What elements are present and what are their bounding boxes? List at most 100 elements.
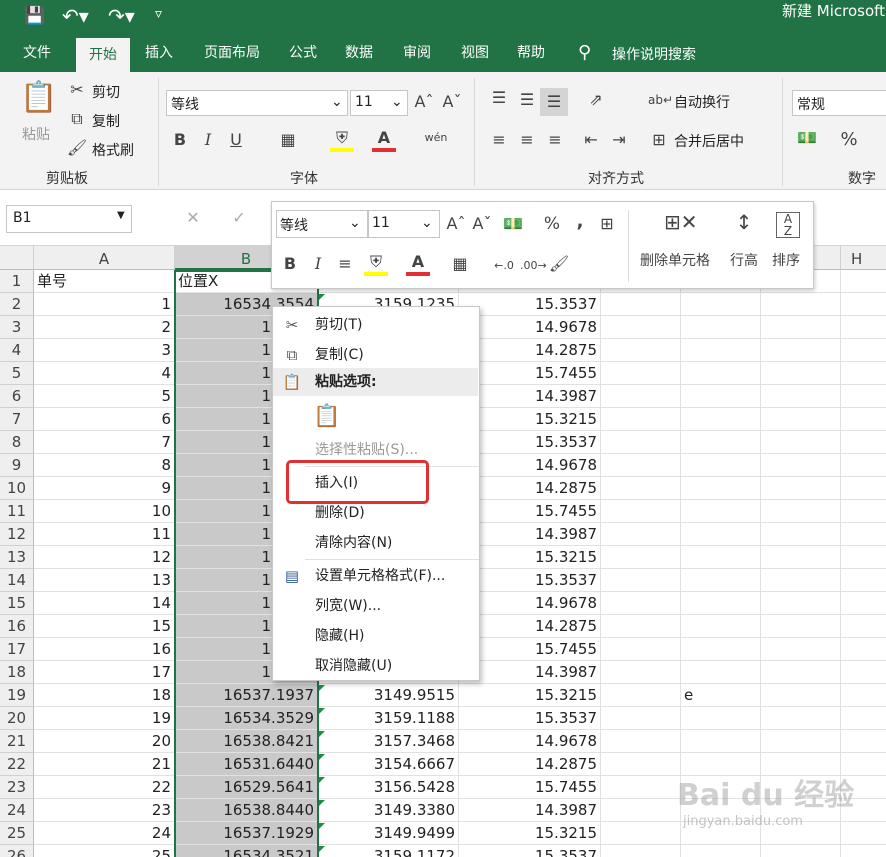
table-cell-e[interactable] (601, 615, 681, 638)
table-cell-f[interactable] (681, 707, 761, 730)
table-cell-d[interactable]: 14.2875 (459, 477, 601, 500)
table-cell-g[interactable] (761, 730, 841, 753)
table-cell-h[interactable] (841, 500, 886, 523)
table-cell-a[interactable]: 19 (34, 707, 175, 730)
table-cell-g[interactable] (761, 385, 841, 408)
table-cell-h[interactable] (841, 523, 886, 546)
table-cell-f[interactable] (681, 431, 761, 454)
row-header[interactable]: 17 (0, 638, 34, 661)
table-cell-d[interactable]: 14.9678 (459, 316, 601, 339)
table-cell-h[interactable] (841, 546, 886, 569)
enter-icon[interactable]: ✓ (228, 208, 250, 228)
borders-icon[interactable]: ▦ (276, 130, 300, 150)
row-header[interactable]: 25 (0, 822, 34, 845)
table-cell-a[interactable]: 16 (34, 638, 175, 661)
orientation-icon[interactable]: ⇗ (582, 90, 610, 110)
table-cell-f[interactable] (681, 615, 761, 638)
table-cell-d[interactable]: 15.7455 (459, 362, 601, 385)
table-cell-h[interactable] (841, 684, 886, 707)
table-cell-g[interactable] (761, 408, 841, 431)
table-cell-g[interactable] (761, 684, 841, 707)
decrease-indent-icon[interactable]: ⇤ (580, 130, 602, 150)
grow-font-icon[interactable]: Aˆ (414, 92, 434, 112)
table-cell-g[interactable] (761, 638, 841, 661)
table-cell-d[interactable]: 14.9678 (459, 730, 601, 753)
font-size-select[interactable]: 11 ⌄ (350, 90, 408, 116)
currency-icon[interactable]: 💵 (796, 128, 818, 148)
table-cell-a[interactable]: 8 (34, 454, 175, 477)
tab-formulas[interactable]: 公式 (280, 36, 326, 72)
tab-view[interactable]: 视图 (452, 36, 498, 72)
shrink-font-icon[interactable]: Aˇ (442, 92, 462, 112)
table-cell-h[interactable] (841, 569, 886, 592)
row-header[interactable]: 14 (0, 569, 34, 592)
grow-font-icon[interactable]: Aˆ (446, 214, 466, 234)
table-cell-g[interactable] (761, 454, 841, 477)
row-header[interactable]: 7 (0, 408, 34, 431)
row-header[interactable]: 26 (0, 845, 34, 857)
row-header[interactable]: 19 (0, 684, 34, 707)
table-cell-g[interactable] (761, 615, 841, 638)
table-cell-h[interactable] (841, 707, 886, 730)
table-cell-a[interactable]: 15 (34, 615, 175, 638)
tab-home[interactable]: 开始 (76, 38, 130, 72)
wrap-text-button[interactable]: 自动换行 (674, 92, 730, 112)
table-cell-b[interactable]: 16538.8440 (175, 799, 318, 822)
bold-button[interactable]: B (170, 130, 190, 150)
row-header[interactable]: 5 (0, 362, 34, 385)
table-cell-f[interactable] (681, 523, 761, 546)
table-cell-c[interactable]: 3156.5428 (318, 776, 459, 799)
phonetic-icon[interactable]: wén (422, 128, 450, 148)
align-top-icon[interactable]: ☰ (488, 88, 510, 108)
row-header[interactable]: 11 (0, 500, 34, 523)
bold-icon[interactable]: B (280, 254, 300, 274)
table-cell-a[interactable]: 23 (34, 799, 175, 822)
table-cell-h[interactable] (841, 661, 886, 684)
fill-color-icon[interactable]: ⛨ (364, 252, 388, 276)
row-header[interactable]: 16 (0, 615, 34, 638)
table-cell-h[interactable] (841, 293, 886, 316)
table-cell-f[interactable] (681, 454, 761, 477)
table-cell-b[interactable]: 16534.3529 (175, 707, 318, 730)
menu-item-cut[interactable]: ✂ 剪切(T) (273, 310, 479, 340)
italic-icon[interactable]: I (308, 254, 328, 274)
table-cell-f[interactable] (681, 339, 761, 362)
table-cell-e[interactable] (601, 730, 681, 753)
row-height-button[interactable]: 行高 (730, 250, 758, 270)
cut-button[interactable]: 剪切 (92, 82, 120, 102)
row-header[interactable]: 3 (0, 316, 34, 339)
table-cell-a[interactable]: 11 (34, 523, 175, 546)
comma-button[interactable]: , (570, 212, 590, 232)
table-cell-e[interactable] (601, 569, 681, 592)
table-cell-h[interactable] (841, 638, 886, 661)
table-cell-d[interactable]: 15.7455 (459, 638, 601, 661)
increase-decimal-icon[interactable]: ←.0 (492, 256, 516, 276)
table-cell-d[interactable]: 15.3537 (459, 431, 601, 454)
table-cell-a[interactable]: 10 (34, 500, 175, 523)
table-cell-d[interactable]: 14.3987 (459, 385, 601, 408)
table-cell-h[interactable] (841, 592, 886, 615)
table-cell-f[interactable] (681, 477, 761, 500)
table-cell-h[interactable] (841, 730, 886, 753)
row-header[interactable]: 9 (0, 454, 34, 477)
table-cell-e[interactable] (601, 638, 681, 661)
tab-page-layout[interactable]: 页面布局 (196, 36, 268, 72)
table-cell-c[interactable]: 3149.9515 (318, 684, 459, 707)
menu-item-format-cells[interactable]: ▤ 设置单元格格式(F)... (273, 561, 479, 591)
table-cell-d[interactable]: 15.3215 (459, 684, 601, 707)
column-header-a[interactable]: A (34, 246, 175, 270)
table-cell-h[interactable] (841, 362, 886, 385)
table-cell-a[interactable]: 12 (34, 546, 175, 569)
fill-color-icon[interactable]: ⛨ (330, 128, 354, 152)
sort-button[interactable]: 排序 (772, 250, 800, 270)
row-header[interactable]: 12 (0, 523, 34, 546)
table-cell-f[interactable] (681, 661, 761, 684)
table-cell-g[interactable] (761, 707, 841, 730)
table-cell-f[interactable] (681, 845, 761, 857)
table-cell-g[interactable] (761, 592, 841, 615)
table-cell-g[interactable] (761, 293, 841, 316)
italic-button[interactable]: I (198, 130, 218, 150)
table-cell-a[interactable]: 6 (34, 408, 175, 431)
increase-indent-icon[interactable]: ⇥ (608, 130, 630, 150)
underline-button[interactable]: U (226, 130, 246, 150)
